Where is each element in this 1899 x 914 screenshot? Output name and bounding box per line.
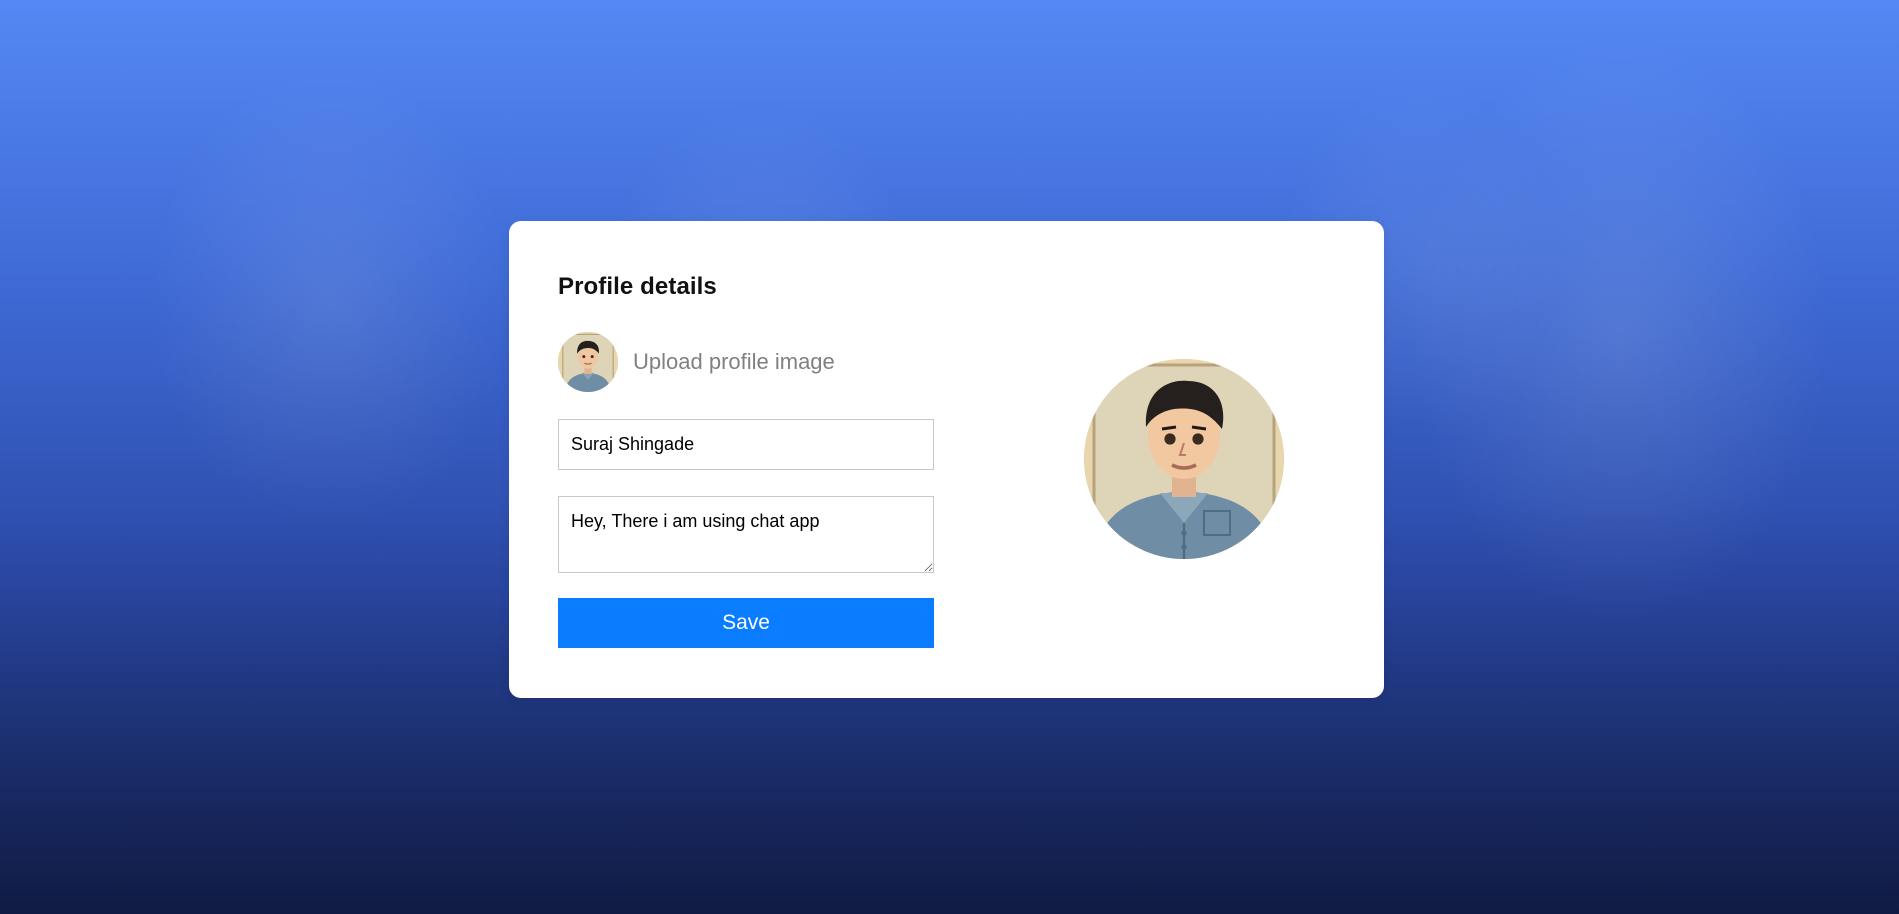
upload-profile-image[interactable]: Upload profile image [558,331,835,393]
avatar-icon [1084,359,1284,559]
profile-image-preview [1084,359,1284,559]
profile-card: Profile details Upload profile image Hey… [509,221,1384,698]
about-field[interactable]: Hey, There i am using chat app [558,496,934,573]
avatar-icon [558,332,618,392]
save-button[interactable]: Save [558,598,934,648]
avatar-thumbnail [558,332,618,392]
name-field[interactable] [558,419,934,470]
upload-profile-image-label: Upload profile image [633,349,835,374]
page-title: Profile details [558,273,717,300]
